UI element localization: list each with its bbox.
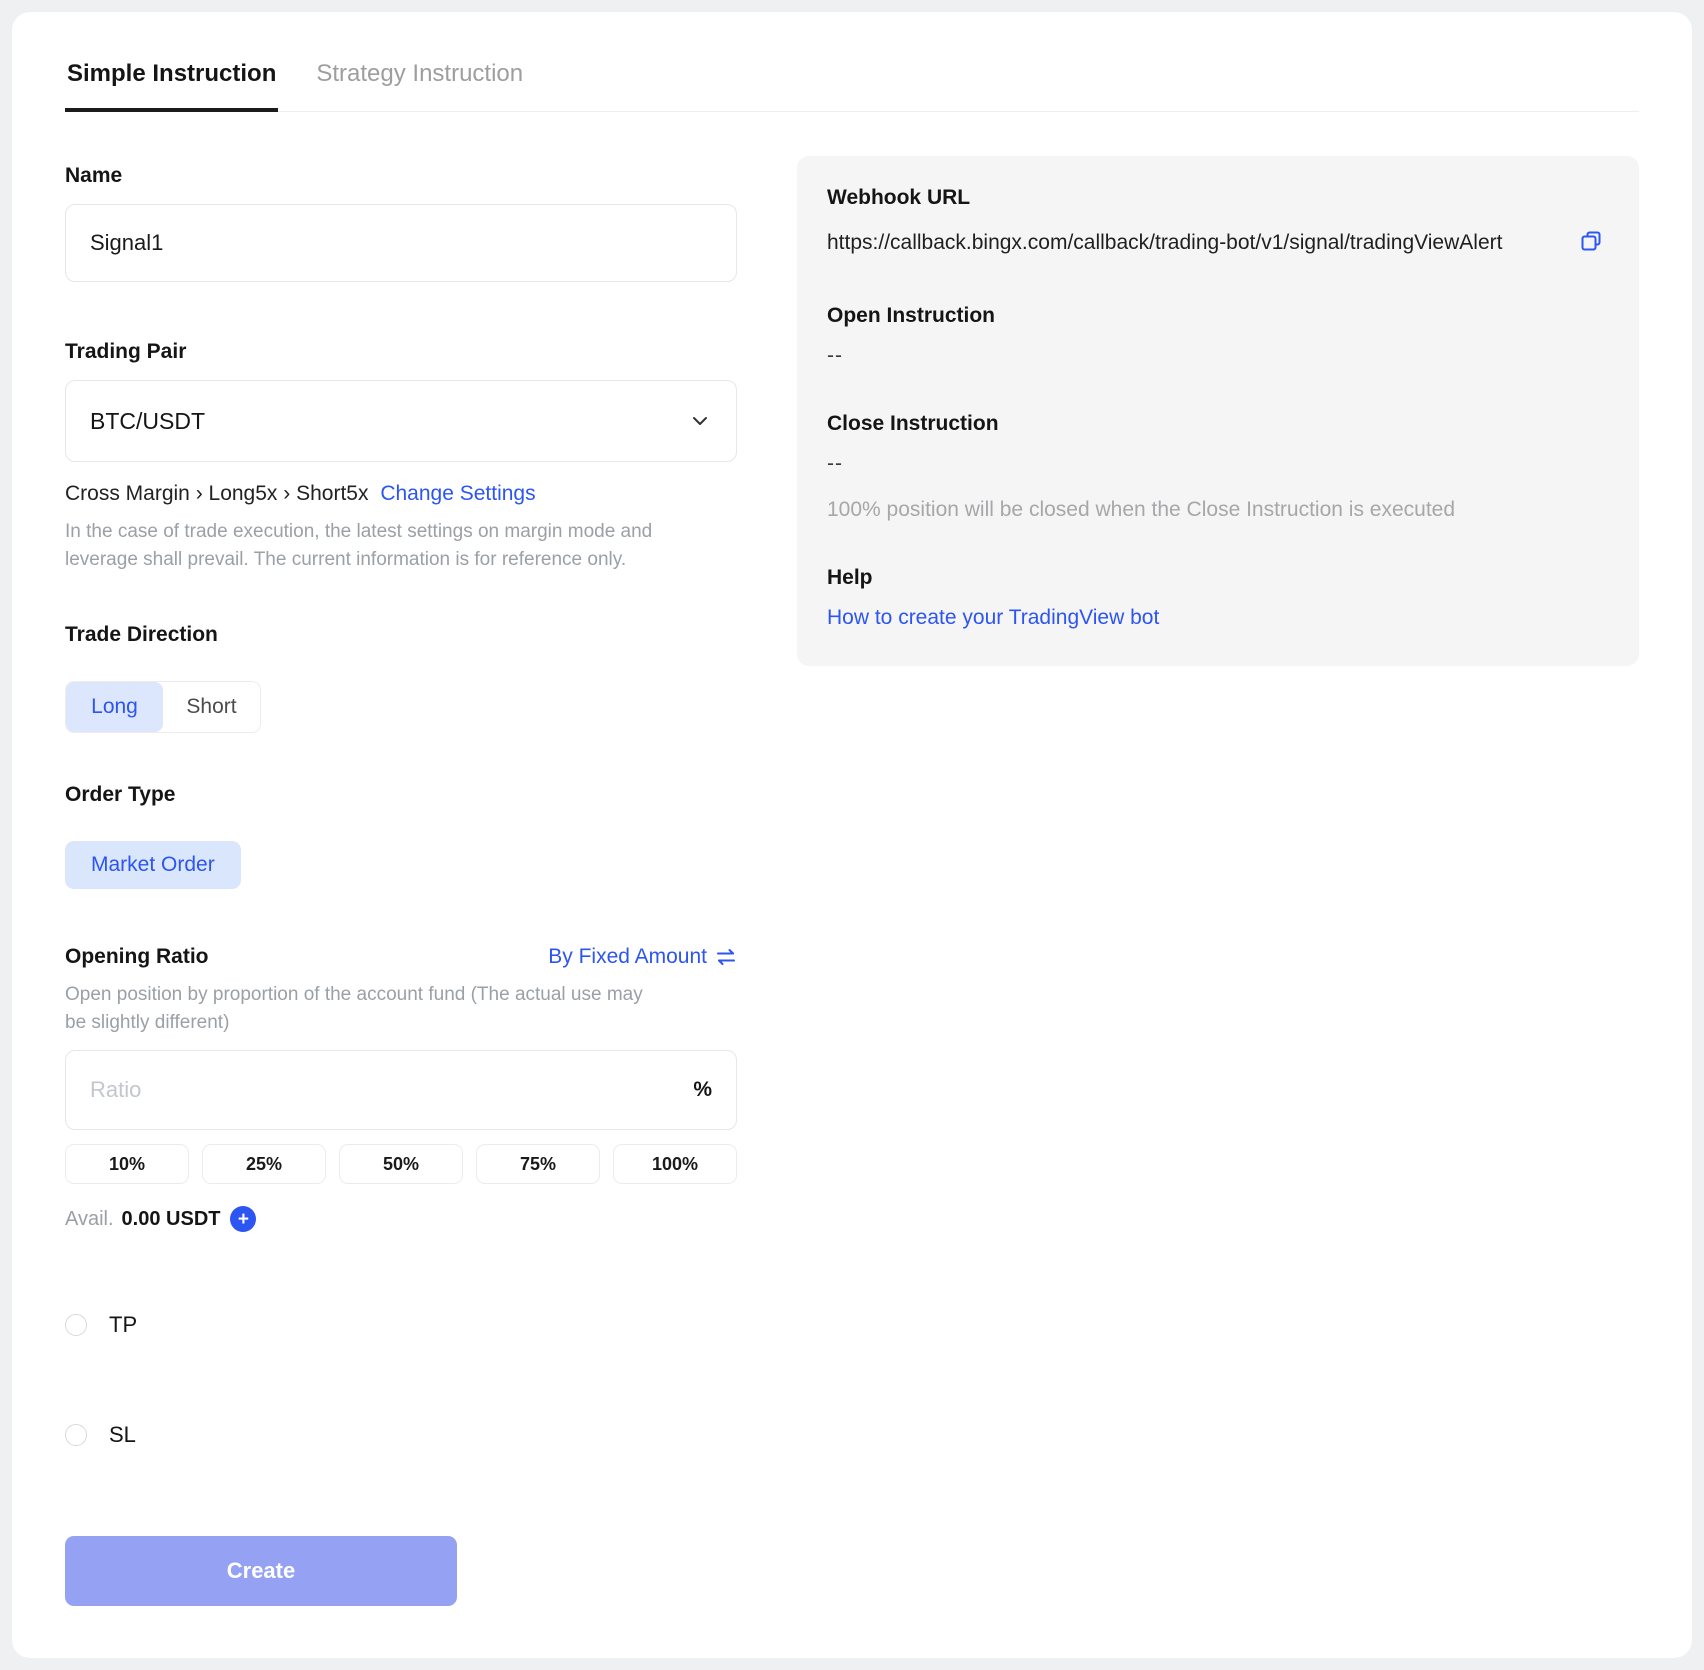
close-instruction-note: 100% position will be closed when the Cl… bbox=[827, 498, 1609, 522]
webhook-title: Webhook URL bbox=[827, 186, 1609, 210]
ratio-input[interactable] bbox=[90, 1077, 693, 1103]
webhook-section: Webhook URL https://callback.bingx.com/c… bbox=[827, 186, 1609, 260]
tp-radio[interactable] bbox=[65, 1314, 87, 1336]
margin-summary: Cross Margin › Long5x › Short5x Change S… bbox=[65, 482, 737, 506]
by-fixed-amount-label: By Fixed Amount bbox=[548, 945, 707, 969]
name-label: Name bbox=[65, 164, 737, 188]
deposit-plus-icon[interactable]: + bbox=[230, 1206, 256, 1232]
help-section: Help How to create your TradingView bot bbox=[827, 566, 1609, 630]
signal-bot-create-card: Simple Instruction Strategy Instruction … bbox=[12, 12, 1692, 1658]
ratio-presets: 10% 25% 50% 75% 100% bbox=[65, 1144, 737, 1184]
sl-label: SL bbox=[109, 1422, 136, 1448]
trade-direction-toggle: Long Short bbox=[65, 681, 261, 733]
trading-pair-select[interactable]: BTC/USDT bbox=[65, 380, 737, 462]
close-instruction-value: -- bbox=[827, 452, 1609, 476]
ratio-chip-50[interactable]: 50% bbox=[339, 1144, 463, 1184]
tab-simple-instruction[interactable]: Simple Instruction bbox=[65, 58, 278, 112]
ratio-input-wrap: % bbox=[65, 1050, 737, 1130]
margin-summary-text: Cross Margin › Long5x › Short5x bbox=[65, 482, 368, 505]
direction-long-button[interactable]: Long bbox=[66, 682, 163, 732]
opening-ratio-note: Open position by proportion of the accou… bbox=[65, 981, 655, 1036]
ratio-unit: % bbox=[693, 1078, 712, 1102]
ratio-chip-75[interactable]: 75% bbox=[476, 1144, 600, 1184]
instruction-tabs: Simple Instruction Strategy Instruction bbox=[65, 58, 1639, 112]
ratio-chip-25[interactable]: 25% bbox=[202, 1144, 326, 1184]
help-title: Help bbox=[827, 566, 1609, 590]
chevron-down-icon bbox=[688, 409, 712, 433]
margin-note: In the case of trade execution, the late… bbox=[65, 518, 655, 573]
direction-short-button[interactable]: Short bbox=[163, 682, 260, 732]
close-instruction-title: Close Instruction bbox=[827, 412, 1609, 436]
swap-icon bbox=[715, 947, 737, 967]
sl-row: SL bbox=[65, 1422, 737, 1448]
tab-strategy-instruction[interactable]: Strategy Instruction bbox=[314, 58, 525, 112]
tp-row: TP bbox=[65, 1312, 737, 1338]
create-button[interactable]: Create bbox=[65, 1536, 457, 1606]
tp-label: TP bbox=[109, 1312, 137, 1338]
ratio-chip-10[interactable]: 10% bbox=[65, 1144, 189, 1184]
copy-icon[interactable] bbox=[1579, 229, 1603, 253]
trade-direction-label: Trade Direction bbox=[65, 623, 737, 647]
order-type-label: Order Type bbox=[65, 783, 737, 807]
trading-pair-label: Trading Pair bbox=[65, 340, 737, 364]
ratio-chip-100[interactable]: 100% bbox=[613, 1144, 737, 1184]
open-instruction-title: Open Instruction bbox=[827, 304, 1609, 328]
by-fixed-amount-toggle[interactable]: By Fixed Amount bbox=[548, 945, 737, 969]
sl-radio[interactable] bbox=[65, 1424, 87, 1446]
close-instruction-section: Close Instruction -- 100% position will … bbox=[827, 412, 1609, 522]
signal-form: Name Trading Pair BTC/USDT Cross Margin … bbox=[65, 164, 737, 1666]
webhook-url: https://callback.bingx.com/callback/trad… bbox=[827, 226, 1561, 260]
opening-ratio-label: Opening Ratio bbox=[65, 945, 209, 969]
market-order-chip[interactable]: Market Order bbox=[65, 841, 241, 889]
webhook-info-panel: Webhook URL https://callback.bingx.com/c… bbox=[797, 156, 1639, 666]
available-balance-row: Avail. 0.00 USDT + bbox=[65, 1206, 737, 1232]
avail-label: Avail. bbox=[65, 1208, 114, 1231]
open-instruction-section: Open Instruction -- bbox=[827, 304, 1609, 368]
content-row: Name Trading Pair BTC/USDT Cross Margin … bbox=[65, 156, 1639, 1666]
trading-pair-value: BTC/USDT bbox=[90, 408, 205, 435]
help-link[interactable]: How to create your TradingView bot bbox=[827, 606, 1159, 629]
name-input[interactable] bbox=[65, 204, 737, 282]
change-settings-link[interactable]: Change Settings bbox=[380, 482, 535, 505]
open-instruction-value: -- bbox=[827, 344, 1609, 368]
avail-value: 0.00 USDT bbox=[122, 1208, 221, 1231]
